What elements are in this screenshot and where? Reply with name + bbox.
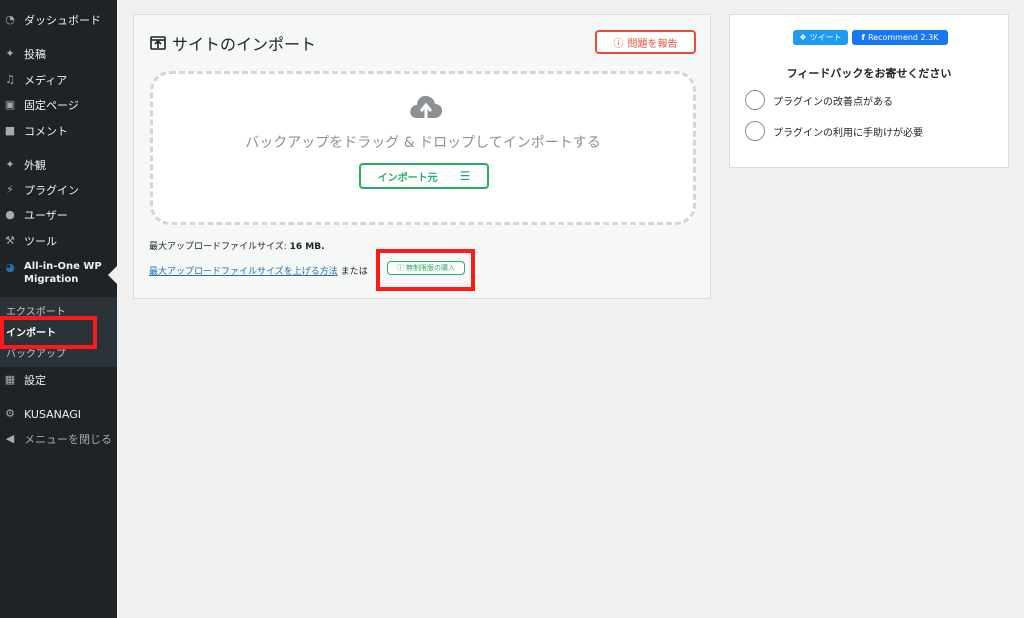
sidebar-item-media[interactable]: ♫ メディア — [0, 72, 117, 88]
import-from-label: インポート元 — [377, 172, 438, 184]
settings-icon: ▦ — [4, 373, 16, 386]
sidebar-item-label: 外観 — [24, 159, 46, 172]
plugin-label-line2: Migration — [24, 274, 79, 285]
cloud-upload-icon — [410, 95, 443, 120]
import-icon — [150, 36, 166, 50]
import-from-button[interactable]: インポート元 ☰ — [359, 163, 489, 189]
user-icon: ● — [5, 208, 15, 221]
feedback-option-label: プラグインの利用に手助けが必要 — [773, 127, 923, 139]
plugin-label-line1: All-in-One WP — [24, 261, 102, 272]
sidebar-item-kusanagi[interactable]: ⚙ KUSANAGI — [0, 406, 117, 422]
sidebar-item-tools[interactable]: ⚒ ツール — [0, 233, 117, 249]
max-upload-size: 最大アップロードファイルサイズ: 16 MB. — [149, 239, 325, 252]
sidebar-item-settings[interactable]: ▦ 設定 — [0, 372, 117, 388]
max-upload-size-value: 16 MB. — [289, 242, 325, 252]
sidebar-item-appearance[interactable]: ✦ 外観 — [0, 157, 117, 173]
sidebar-item-label: 固定ページ — [24, 99, 79, 112]
media-icon: ♫ — [5, 73, 15, 86]
page-title: サイトのインポート — [150, 31, 316, 55]
feedback-title: フィードバックをお寄せください — [786, 67, 952, 80]
current-menu-arrow — [108, 266, 117, 284]
or-text: または — [340, 267, 368, 277]
radio-button[interactable] — [745, 121, 765, 141]
sidebar-item-pages[interactable]: ▣ 固定ページ — [0, 97, 117, 113]
dashboard-icon: ◔ — [5, 13, 15, 26]
sidebar-item-label: 投稿 — [24, 48, 46, 61]
sidebar-item-plugins[interactable]: ⚡ プラグイン — [0, 182, 117, 198]
sidebar-item-label: メニューを閉じる — [24, 433, 112, 446]
migration-icon: ◕ — [5, 261, 15, 274]
facebook-icon: f — [861, 33, 865, 42]
facebook-recommend-button[interactable]: f Recommend 2.3K — [852, 30, 948, 45]
appearance-icon: ✦ — [5, 158, 15, 171]
radio-button[interactable] — [745, 90, 765, 110]
sidebar-item-posts[interactable]: ✦ 投稿 — [0, 46, 117, 62]
feedback-option-label: プラグインの改善点がある — [773, 96, 893, 108]
drop-zone[interactable]: バックアップをドラッグ & ドロップしてインポートする インポート元 ☰ — [150, 71, 696, 225]
increase-size-link[interactable]: 最大アップロードファイルサイズを上げる方法 — [149, 264, 338, 277]
comment-icon: ■ — [4, 124, 16, 137]
plugin-icon: ⚡ — [6, 183, 14, 196]
sidebar-item-label: ダッシュボード — [24, 14, 101, 27]
increase-size-line: 最大アップロードファイルサイズを上げる方法 または — [149, 264, 368, 277]
page-title-text: サイトのインポート — [172, 35, 317, 54]
sidebar-item-label: KUSANAGI — [24, 407, 82, 421]
sidebar-item-label: ユーザー — [24, 209, 68, 222]
feedback-option[interactable]: プラグインの利用に手助けが必要 — [745, 121, 923, 141]
page-icon: ▣ — [4, 98, 16, 111]
sidebar-item-label: プラグイン — [24, 184, 79, 197]
tweet-button[interactable]: ❖ ツイート — [793, 30, 848, 45]
menu-icon: ☰ — [459, 169, 471, 183]
tweet-label: ツイート — [809, 33, 842, 42]
sidebar-item-dashboard[interactable]: ◔ ダッシュボード — [0, 12, 117, 28]
drop-instructions: バックアップをドラッグ & ドロップしてインポートする — [245, 135, 601, 151]
report-problem-button[interactable]: ⓘ 問題を報告 — [595, 30, 696, 54]
wrench-icon: ⚒ — [5, 234, 15, 247]
max-upload-size-label: 最大アップロードファイルサイズ: — [149, 242, 287, 252]
sidebar-item-all-in-one-wp-migration[interactable]: ◕ All-in-One WP Migration — [0, 256, 117, 294]
feedback-panel: ❖ ツイート f Recommend 2.3K フィードバックをお寄せください … — [729, 14, 1009, 168]
highlight-import-submenu — [0, 316, 97, 349]
sidebar-item-label: メディア — [24, 74, 68, 87]
recommend-label: Recommend 2.3K — [867, 33, 939, 42]
sidebar-item-users[interactable]: ● ユーザー — [0, 207, 117, 223]
collapse-icon: ◀ — [5, 432, 15, 445]
sidebar-item-label: ツール — [24, 235, 57, 248]
alert-icon: ⓘ — [613, 38, 624, 50]
feedback-option[interactable]: プラグインの改善点がある — [745, 90, 893, 110]
sidebar-item-label: All-in-One WP Migration — [24, 260, 102, 286]
sidebar-item-label: 設定 — [24, 374, 46, 387]
sidebar-item-collapse[interactable]: ◀ メニューを閉じる — [0, 431, 117, 447]
admin-sidebar: ◔ ダッシュボード ✦ 投稿 ♫ メディア ▣ 固定ページ ■ コメント ✦ 外… — [0, 0, 117, 618]
twitter-icon: ❖ — [799, 33, 807, 42]
highlight-unlimited-button — [376, 249, 475, 291]
report-problem-label: 問題を報告 — [627, 38, 678, 50]
gear-icon: ⚙ — [5, 407, 15, 420]
sidebar-item-comments[interactable]: ■ コメント — [0, 123, 117, 139]
pin-icon: ✦ — [5, 47, 15, 60]
sidebar-item-label: コメント — [24, 125, 68, 138]
